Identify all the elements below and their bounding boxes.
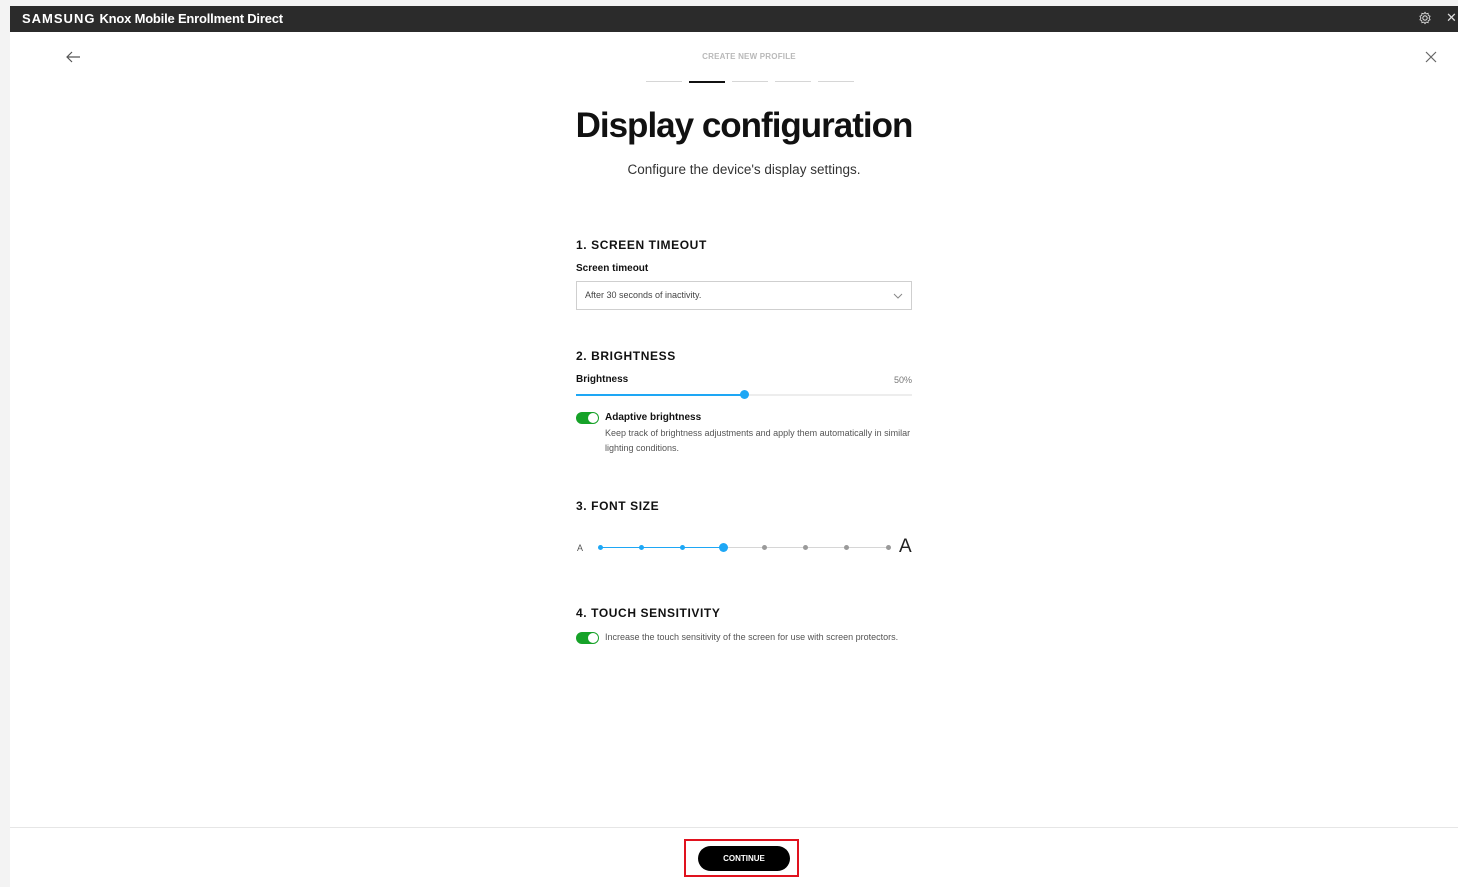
page-title: Display configuration — [575, 106, 914, 145]
font-size-level-dot[interactable] — [844, 545, 850, 550]
step-segment — [818, 81, 854, 82]
app-window: CREATE NEW PROFILE Display configuration… — [10, 32, 1458, 887]
app-title: SAMSUNG Knox Mobile Enrollment Direct — [22, 11, 283, 26]
brightness-slider-thumb[interactable] — [740, 390, 749, 399]
font-size-level-dot[interactable] — [803, 545, 809, 550]
font-size-level-dot[interactable] — [718, 543, 728, 552]
brightness-value: 50% — [893, 375, 912, 385]
section-title-screen-timeout: 1. SCREEN TIMEOUT — [576, 238, 707, 252]
screen-timeout-label: Screen timeout — [576, 263, 649, 274]
font-size-level-dot[interactable] — [638, 545, 644, 550]
touch-sensitivity-description: Increase the touch sensitivity of the sc… — [605, 632, 899, 642]
touch-sensitivity-toggle[interactable] — [576, 632, 599, 644]
font-size-slider[interactable] — [597, 543, 891, 552]
step-segment — [732, 81, 768, 82]
font-size-small-label: A — [577, 543, 584, 553]
adaptive-brightness-description: Keep track of brightness adjustments and… — [605, 428, 911, 453]
footer-bar: CONTINUE — [10, 827, 1458, 887]
brightness-slider-fill — [576, 394, 744, 396]
font-size-level-dot[interactable] — [679, 545, 685, 550]
continue-button[interactable]: CONTINUE — [698, 846, 790, 871]
window-close-icon[interactable]: ✕ — [1446, 10, 1458, 26]
brand-logo: SAMSUNG — [22, 11, 96, 26]
wizard-step-label: CREATE NEW PROFILE — [702, 52, 796, 61]
adaptive-brightness-title: Adaptive brightness — [605, 412, 702, 423]
brightness-label: Brightness — [576, 374, 629, 385]
section-title-touch-sensitivity: 4. TOUCH SENSITIVITY — [576, 606, 721, 620]
step-segment — [689, 80, 725, 83]
adaptive-brightness-toggle[interactable] — [576, 412, 599, 424]
screen-timeout-value: After 30 seconds of inactivity. — [585, 290, 702, 300]
font-size-level-dot[interactable] — [597, 545, 603, 550]
font-size-level-dot[interactable] — [762, 545, 768, 550]
font-size-level-dot[interactable] — [885, 545, 891, 550]
app-name: Knox Mobile Enrollment Direct — [99, 11, 283, 26]
font-size-slider-fill — [600, 547, 724, 548]
gear-icon[interactable] — [1418, 11, 1432, 25]
brightness-slider[interactable] — [576, 390, 912, 399]
step-segment — [775, 81, 811, 82]
font-size-large-label: A — [899, 536, 912, 557]
section-title-brightness: 2. BRIGHTNESS — [576, 349, 676, 363]
step-segment — [646, 81, 682, 82]
section-title-font-size: 3. FONT SIZE — [576, 499, 660, 513]
chevron-down-icon — [893, 293, 903, 299]
title-bar: SAMSUNG Knox Mobile Enrollment Direct ✕ — [10, 6, 1458, 32]
page-subtitle: Configure the device's display settings. — [627, 162, 861, 177]
screen-timeout-dropdown[interactable]: After 30 seconds of inactivity. — [576, 281, 912, 310]
